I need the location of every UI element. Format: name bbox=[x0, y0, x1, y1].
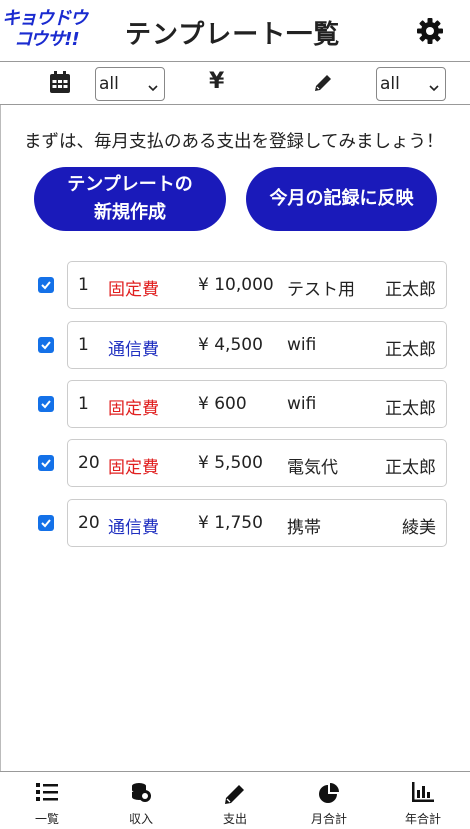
calendar-icon bbox=[50, 71, 70, 93]
row-checkbox[interactable] bbox=[38, 515, 54, 531]
nav-item-income[interactable]: 収入 bbox=[94, 772, 188, 829]
template-card[interactable]: 1 固定費 ¥ 10,000 テスト用 正太郎 bbox=[67, 261, 447, 309]
day-filter-select[interactable]: all bbox=[95, 67, 165, 101]
nav-item-monthly[interactable]: 月合計 bbox=[282, 772, 376, 829]
template-card[interactable]: 20 通信費 ¥ 1,750 携帯 綾美 bbox=[67, 499, 447, 547]
template-card[interactable]: 20 固定費 ¥ 5,500 電気代 正太郎 bbox=[67, 439, 447, 487]
template-amount: ¥ 1,750 bbox=[198, 513, 263, 533]
template-category: 通信費 bbox=[108, 340, 159, 360]
template-user: 正太郎 bbox=[385, 399, 436, 419]
app-logo[interactable]: キョウドウ コウサ!! bbox=[2, 8, 90, 54]
nav-label: 年合計 bbox=[404, 812, 441, 826]
pencil-icon bbox=[312, 72, 334, 94]
new-template-label-2: 新規作成 bbox=[94, 202, 166, 223]
content-border bbox=[0, 105, 1, 771]
template-memo: 携帯 bbox=[287, 518, 321, 538]
nav-label: 月合計 bbox=[310, 812, 347, 826]
template-amount: ¥ 600 bbox=[198, 394, 247, 414]
pie-chart-icon bbox=[319, 783, 339, 803]
template-row: 1 固定費 ¥ 600 wifi 正太郎 bbox=[0, 380, 470, 428]
nav-label: 支出 bbox=[222, 812, 247, 826]
user-filter-value: all bbox=[380, 74, 400, 94]
row-checkbox[interactable] bbox=[38, 277, 54, 293]
bottom-nav: 一覧 収入 支出 月合計 年合計 bbox=[0, 771, 470, 829]
logo-line-2: コウサ!! bbox=[14, 29, 80, 50]
gear-icon[interactable] bbox=[416, 17, 444, 45]
template-memo: テスト用 bbox=[287, 280, 355, 300]
template-amount: ¥ 10,000 bbox=[198, 275, 274, 295]
template-day: 1 bbox=[78, 394, 89, 414]
list-icon bbox=[36, 783, 58, 801]
template-category: 通信費 bbox=[108, 518, 159, 538]
template-amount: ¥ 5,500 bbox=[198, 453, 263, 473]
page-title: テンプレート一覧 bbox=[125, 20, 341, 50]
template-row: 1 固定費 ¥ 10,000 テスト用 正太郎 bbox=[0, 261, 470, 309]
template-memo: wifi bbox=[287, 335, 317, 355]
row-checkbox[interactable] bbox=[38, 396, 54, 412]
template-day: 1 bbox=[78, 275, 89, 295]
logo-line-1: キョウドウ bbox=[2, 8, 88, 29]
template-memo: wifi bbox=[287, 394, 317, 414]
template-category: 固定費 bbox=[108, 280, 159, 300]
nav-label: 収入 bbox=[128, 812, 153, 826]
row-checkbox[interactable] bbox=[38, 337, 54, 353]
template-category: 固定費 bbox=[108, 458, 159, 478]
template-user: 正太郎 bbox=[385, 280, 436, 300]
template-card[interactable]: 1 固定費 ¥ 600 wifi 正太郎 bbox=[67, 380, 447, 428]
coins-icon bbox=[132, 783, 151, 802]
template-user: 正太郎 bbox=[385, 458, 436, 478]
nav-item-expense[interactable]: 支出 bbox=[188, 772, 282, 829]
template-day: 20 bbox=[78, 513, 100, 533]
template-memo: 電気代 bbox=[287, 458, 338, 478]
template-row: 20 固定費 ¥ 5,500 電気代 正太郎 bbox=[0, 439, 470, 487]
chevron-down-icon bbox=[429, 78, 439, 92]
template-day: 20 bbox=[78, 453, 100, 473]
template-user: 綾美 bbox=[402, 518, 436, 538]
yen-icon: ¥ bbox=[209, 69, 225, 94]
apply-to-month-button[interactable]: 今月の記録に反映 bbox=[246, 167, 437, 231]
template-row: 1 通信費 ¥ 4,500 wifi 正太郎 bbox=[0, 321, 470, 369]
intro-text: まずは、毎月支払のある支出を登録してみましょう！ bbox=[24, 132, 444, 152]
row-checkbox[interactable] bbox=[38, 455, 54, 471]
nav-item-list[interactable]: 一覧 bbox=[0, 772, 94, 829]
nav-label: 一覧 bbox=[34, 812, 59, 826]
chevron-down-icon bbox=[148, 78, 158, 92]
new-template-button[interactable]: テンプレートの 新規作成 bbox=[34, 167, 226, 231]
pencil-icon bbox=[225, 785, 244, 804]
template-card[interactable]: 1 通信費 ¥ 4,500 wifi 正太郎 bbox=[67, 321, 447, 369]
new-template-label-1: テンプレートの bbox=[67, 174, 193, 195]
template-amount: ¥ 4,500 bbox=[198, 335, 263, 355]
template-row: 20 通信費 ¥ 1,750 携帯 綾美 bbox=[0, 499, 470, 547]
template-day: 1 bbox=[78, 335, 89, 355]
template-user: 正太郎 bbox=[385, 340, 436, 360]
nav-item-yearly[interactable]: 年合計 bbox=[376, 772, 470, 829]
app-header: キョウドウ コウサ!! テンプレート一覧 bbox=[0, 0, 470, 62]
bar-chart-icon bbox=[412, 782, 434, 802]
template-category: 固定費 bbox=[108, 399, 159, 419]
filter-bar: all ¥ all bbox=[0, 63, 470, 105]
user-filter-select[interactable]: all bbox=[376, 67, 446, 101]
day-filter-value: all bbox=[99, 74, 119, 94]
